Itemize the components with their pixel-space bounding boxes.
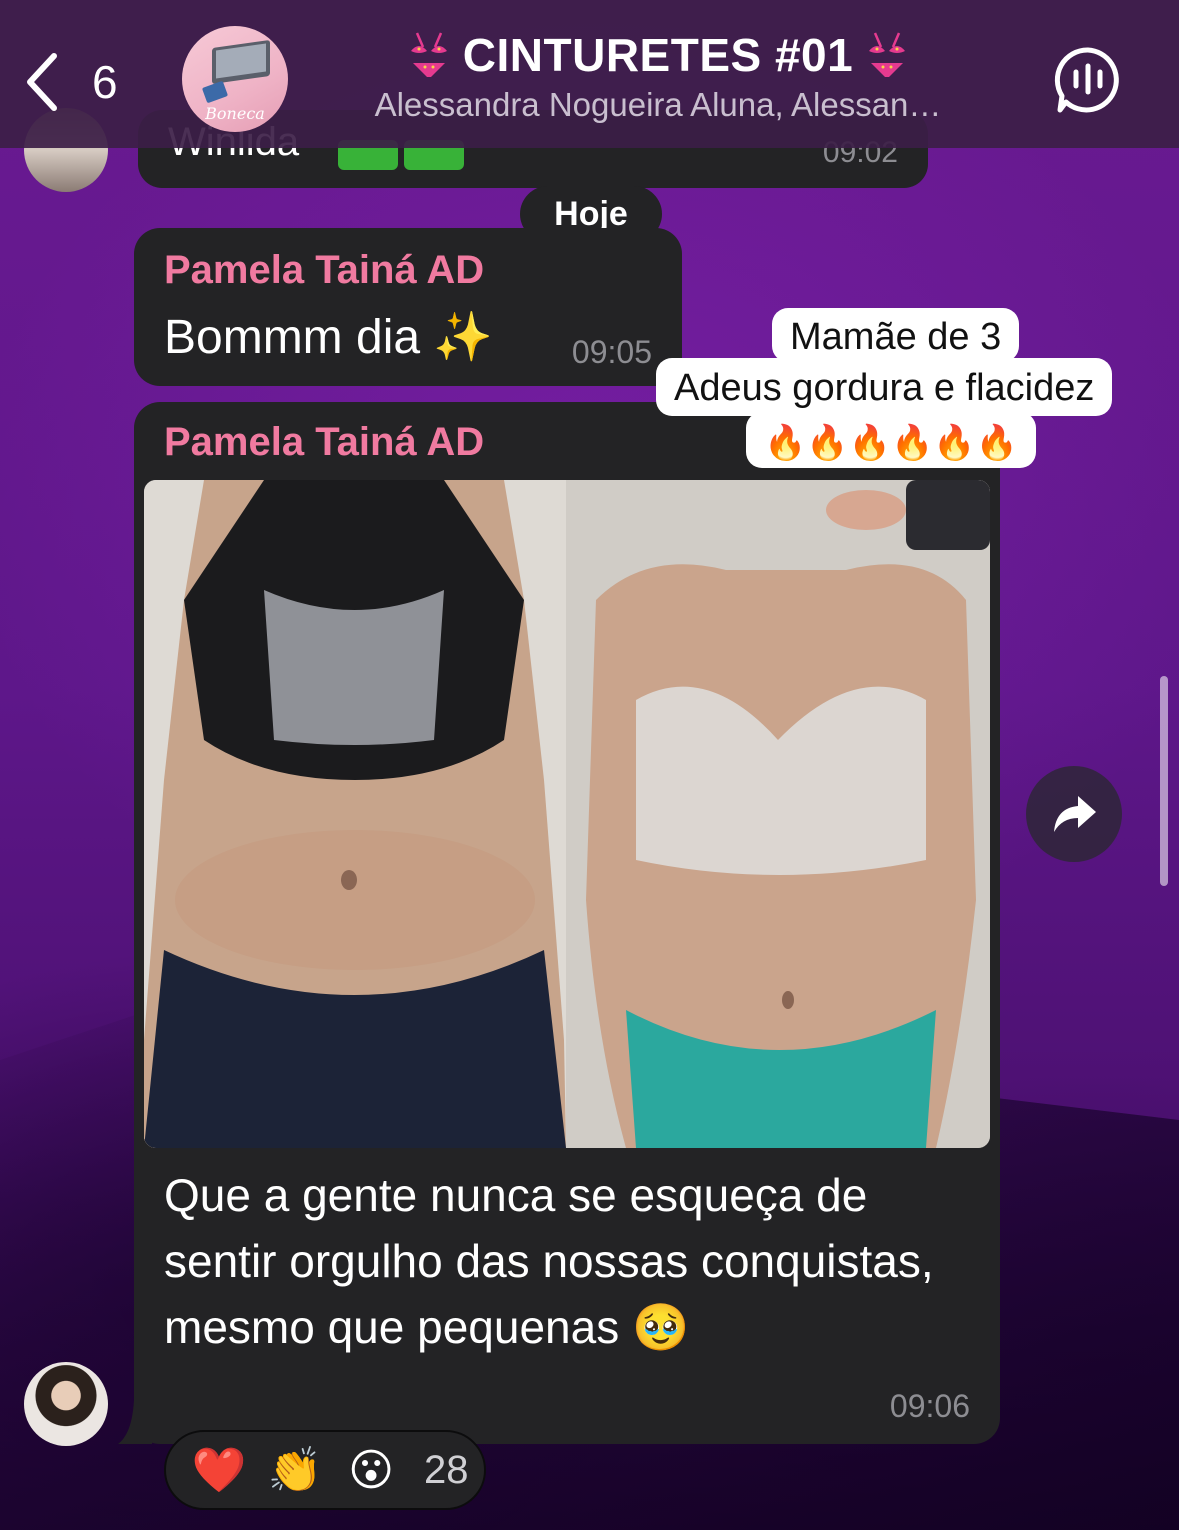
bikini-icon xyxy=(410,32,447,77)
message-time: 09:05 xyxy=(571,334,652,370)
surprised-reaction[interactable]: 😮 xyxy=(340,1445,402,1496)
back-button[interactable]: 6 xyxy=(22,50,132,114)
sender-avatar[interactable] xyxy=(24,1362,108,1446)
photo-message-bubble[interactable]: Pamela Tainá AD Que a gente nunca se esq… xyxy=(134,402,1000,1444)
forward-button[interactable] xyxy=(1026,766,1122,862)
bubble-tail xyxy=(118,1400,152,1444)
group-members-subtitle: Alessandra Nogueira Aluna, Alessan… xyxy=(374,86,942,123)
chat-header: 6 Boneca CINTURETES #01 Alessandra Nogue… xyxy=(0,0,1179,148)
group-title: CINTURETES #01 xyxy=(318,28,998,82)
photo-text-overlay: Mamãe de 3 Adeus gordura e flacidez 🔥🔥🔥🔥… xyxy=(656,308,1166,468)
message-bubble[interactable]: Pamela Tainá AD Bommm dia ✨ 09:05 xyxy=(134,228,682,386)
overlay-line-2: Adeus gordura e flacidez xyxy=(656,358,1113,416)
group-title-text: CINTURETES #01 xyxy=(462,29,854,81)
share-arrow-icon xyxy=(1054,796,1096,832)
overlay-fire-emojis: 🔥🔥🔥🔥🔥🔥 xyxy=(746,412,1037,468)
overlay-line-1: Mamãe de 3 xyxy=(772,308,1020,362)
avatar-brand-text: Boneca xyxy=(205,104,265,123)
reaction-count: 28 xyxy=(424,1447,469,1492)
unread-count: 6 xyxy=(92,56,118,108)
group-avatar[interactable]: Boneca xyxy=(182,26,288,132)
chevron-left-icon xyxy=(27,53,57,111)
sender-name[interactable]: Pamela Tainá AD xyxy=(164,420,484,465)
chat-title-block[interactable]: CINTURETES #01 Alessandra Nogueira Aluna… xyxy=(318,28,998,124)
photo-after xyxy=(566,480,990,1148)
scrollbar[interactable] xyxy=(1160,676,1168,886)
photo-before xyxy=(144,480,566,1148)
reactions-bar[interactable]: ❤️ 👏 😮 28 xyxy=(164,1430,486,1510)
heart-reaction[interactable]: ❤️ xyxy=(188,1444,250,1496)
message-time: 09:06 xyxy=(889,1388,970,1424)
photo-caption: Que a gente nunca se esqueça de sentir o… xyxy=(164,1169,934,1353)
message-photo[interactable] xyxy=(144,480,990,1148)
message-text: Bommm dia ✨ xyxy=(164,311,494,364)
clap-reaction[interactable]: 👏 xyxy=(264,1444,326,1496)
sender-name[interactable]: Pamela Tainá AD xyxy=(164,248,484,293)
voice-chat-icon[interactable] xyxy=(1054,46,1122,114)
bikini-icon xyxy=(869,32,906,77)
